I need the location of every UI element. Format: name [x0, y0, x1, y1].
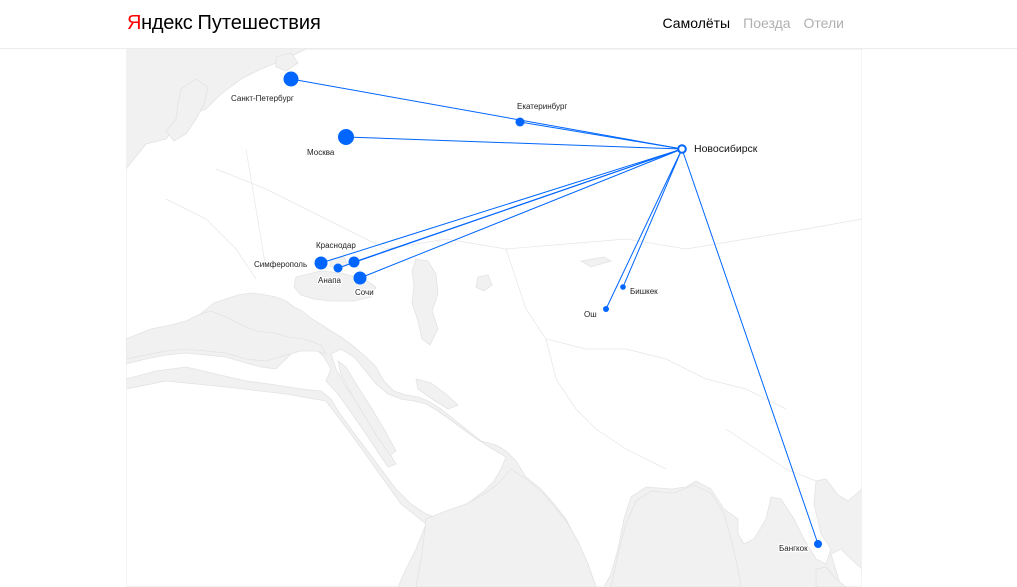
- route-map[interactable]: Санкт-Петербург Москва Екатеринбург Краснод…: [126, 49, 862, 587]
- map-canvas: Санкт-Петербург Москва Екатеринбург Краснод…: [126, 49, 862, 587]
- destination-marker[interactable]: [353, 271, 367, 285]
- logo-service: Путешествия: [197, 12, 321, 34]
- destination-label: Симферополь: [254, 260, 307, 269]
- nav-hotels[interactable]: Отели: [804, 14, 844, 32]
- destination-label: Бангкок: [779, 544, 808, 553]
- origin-marker[interactable]: [677, 144, 687, 154]
- nav-trains[interactable]: Поезда: [743, 14, 790, 32]
- destination-label: Санкт-Петербург: [231, 94, 294, 103]
- destination-label: Москва: [307, 148, 335, 157]
- destination-marker[interactable]: [515, 117, 525, 127]
- destination-marker[interactable]: [314, 256, 328, 270]
- destination-marker[interactable]: [348, 256, 360, 268]
- header: Яндекс Путешествия Самолёты Поезда Отели: [0, 0, 1017, 49]
- destination-label: Екатеринбург: [517, 102, 567, 111]
- logo-brand-rest: ндекс: [141, 12, 193, 34]
- logo-brand-first-letter: Я: [127, 12, 142, 34]
- destination-label: Анапа: [318, 276, 342, 285]
- destination-marker[interactable]: [338, 129, 354, 145]
- destination-label: Краснодар: [316, 241, 356, 250]
- logo-brand: Яндекс: [127, 12, 193, 34]
- logo[interactable]: Яндекс Путешествия: [127, 11, 321, 35]
- destination-label: Сочи: [355, 288, 374, 297]
- destination-marker[interactable]: [283, 71, 299, 87]
- destination-marker[interactable]: [814, 540, 822, 548]
- destination-label: Ош: [584, 310, 597, 319]
- top-nav: Самолёты Поезда Отели: [663, 14, 844, 32]
- destination-marker[interactable]: [603, 306, 609, 312]
- destination-label: Бишкек: [630, 287, 658, 296]
- origin-label: Новосибирск: [694, 143, 758, 155]
- destination-marker[interactable]: [333, 263, 343, 273]
- destination-marker[interactable]: [620, 284, 626, 290]
- nav-planes[interactable]: Самолёты: [663, 14, 731, 32]
